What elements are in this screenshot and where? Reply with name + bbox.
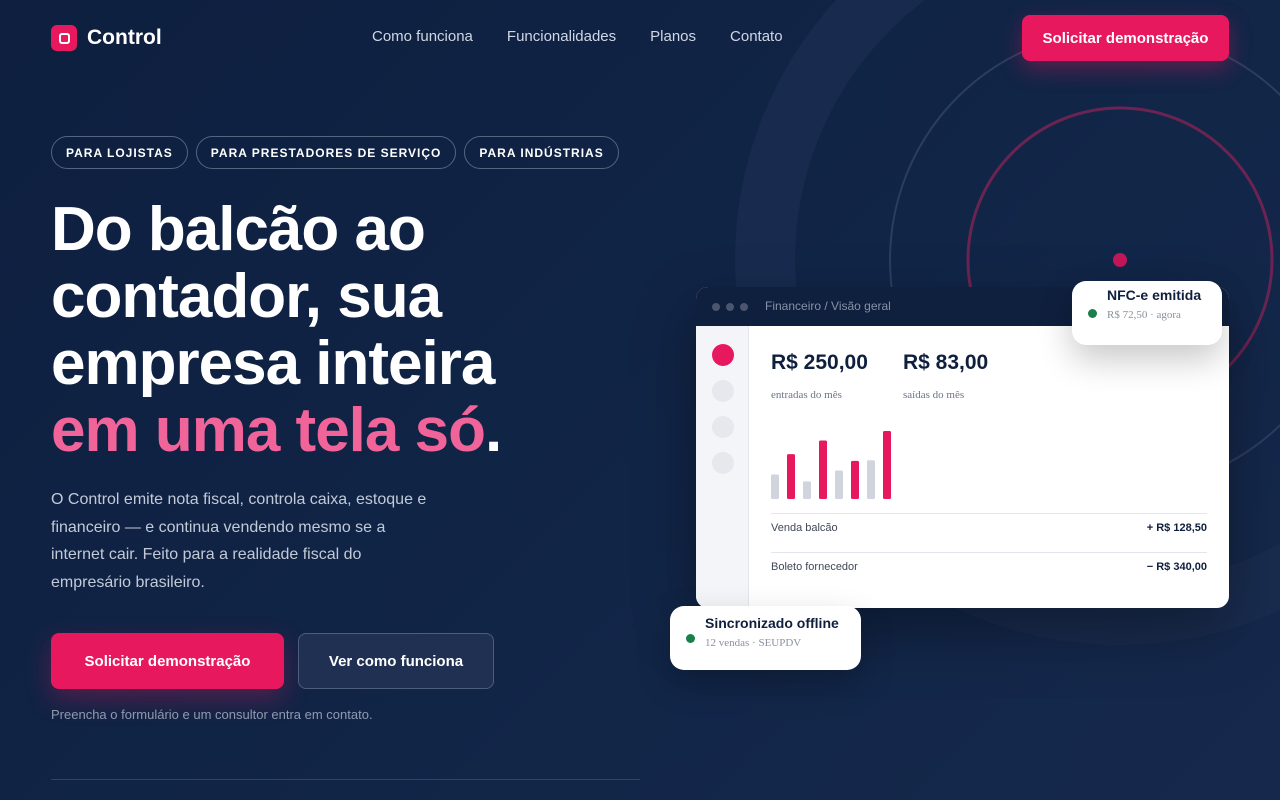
chart-bar — [835, 470, 843, 499]
breadcrumb: Financeiro / Visão geral — [765, 299, 891, 313]
hero-description: O Control emite nota fiscal, controla ca… — [51, 491, 427, 591]
headline-line-2: contador, sua — [51, 262, 442, 331]
section-divider — [51, 779, 640, 780]
nav-links: Como funciona Funcionalidades Planos Con… — [372, 28, 817, 45]
chart-bar — [787, 454, 795, 499]
brand-name: Control — [87, 26, 162, 49]
accent-dot — [1113, 253, 1127, 267]
request-demo-button[interactable]: Solicitar demonstração — [51, 633, 284, 689]
chart-bar — [851, 460, 859, 499]
hero-headline: Do balcão ao contador, sua empresa intei… — [51, 196, 651, 464]
nav-link-como-funciona[interactable]: Como funciona — [372, 28, 473, 45]
status-dot-icon — [686, 634, 695, 643]
nav-link-contato[interactable]: Contato — [730, 28, 783, 45]
window-dot-icon — [726, 303, 734, 311]
transaction-row: Boleto fornecedor − R$ 340,00 — [771, 552, 1207, 591]
sidebar-icon — [712, 452, 734, 474]
sidebar-icon — [712, 416, 734, 438]
tag-industrias[interactable]: PARA INDÚSTRIAS — [464, 136, 619, 169]
logo[interactable]: Control — [51, 25, 162, 51]
income-label: entradas do mês — [771, 389, 842, 401]
chart-bar — [803, 481, 811, 499]
transaction-label: Boleto fornecedor — [771, 561, 858, 573]
nfce-toast: NFC-e emitida R$ 72,50 · agora — [1072, 281, 1222, 345]
toast-subtitle: R$ 72,50 · agora — [1107, 309, 1181, 321]
headline-accent: em uma tela só — [51, 396, 486, 465]
chart-bar — [771, 474, 779, 499]
form-note: Preencha o formulário e um consultor ent… — [51, 707, 373, 722]
income-value: R$ 250,00 — [771, 351, 868, 374]
toast-title: Sincronizado offline — [705, 615, 839, 631]
toast-title: NFC-e emitida — [1107, 287, 1202, 303]
headline-line-3: empresa inteira — [51, 329, 495, 398]
dashboard-sidebar — [696, 326, 749, 608]
toast-subtitle: 12 vendas · SEUPDV — [705, 637, 802, 649]
nav-link-planos[interactable]: Planos — [650, 28, 696, 45]
chart-bar — [819, 440, 827, 499]
nav-demo-button[interactable]: Solicitar demonstração — [1022, 15, 1229, 61]
headline-period: . — [484, 396, 502, 465]
chart-bar — [883, 431, 891, 499]
transaction-value: + R$ 128,50 — [1146, 522, 1207, 534]
tag-prestadores[interactable]: PARA PRESTADORES DE SERVIÇO — [195, 136, 457, 169]
nav-link-funcionalidades[interactable]: Funcionalidades — [507, 28, 616, 45]
offline-sync-toast: Sincronizado offline 12 vendas · SEUPDV — [670, 606, 861, 670]
headline-line-1: Do balcão ao — [51, 195, 426, 264]
logo-icon — [51, 25, 77, 51]
expense-label: saídas do mês — [903, 389, 965, 401]
see-how-it-works-button[interactable]: Ver como funciona — [298, 633, 494, 689]
tag-lojistas[interactable]: PARA LOJISTAS — [51, 136, 188, 169]
window-dot-icon — [712, 303, 720, 311]
transaction-label: Venda balcão — [771, 522, 838, 534]
audience-tags: PARA LOJISTAS PARA PRESTADORES DE SERVIÇ… — [51, 136, 627, 169]
status-dot-icon — [1088, 309, 1097, 318]
mini-bar-chart — [771, 431, 891, 499]
chart-bar — [867, 460, 875, 499]
top-navigation: Control Como funciona Funcionalidades Pl… — [0, 0, 1280, 76]
sidebar-active-icon — [712, 344, 734, 366]
expense-value: R$ 83,00 — [903, 351, 989, 374]
window-dot-icon — [740, 303, 748, 311]
sidebar-icon — [712, 380, 734, 402]
transaction-row: Venda balcão + R$ 128,50 — [771, 513, 1207, 552]
transaction-value: − R$ 340,00 — [1146, 561, 1207, 573]
